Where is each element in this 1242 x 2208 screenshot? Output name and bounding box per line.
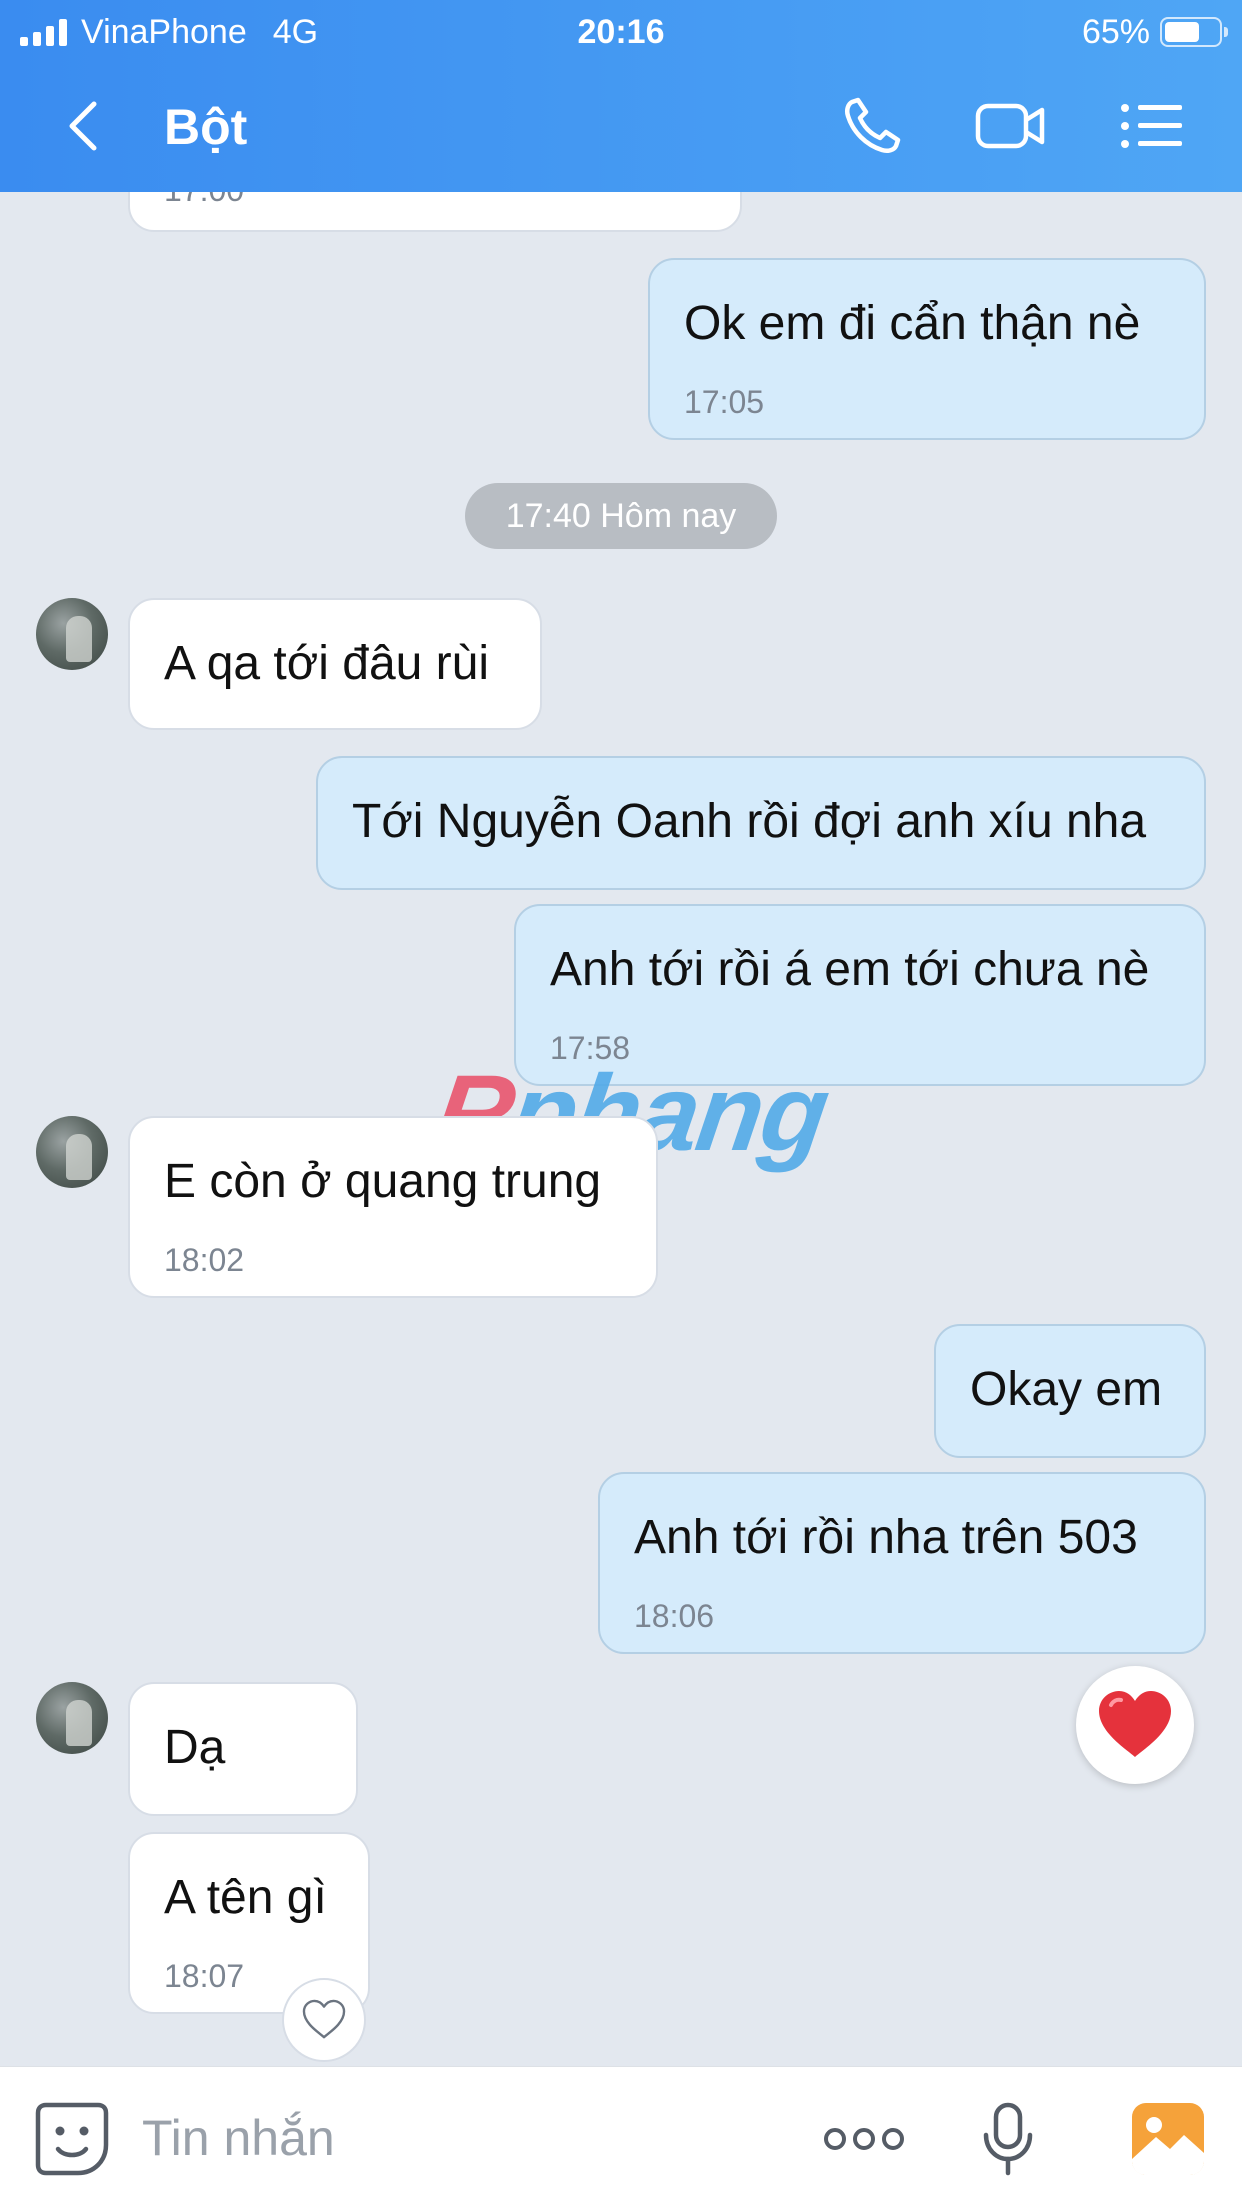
battery-percent: 65% [1081,12,1150,51]
chat-title[interactable]: Bột [164,98,247,156]
network-type: 4G [272,12,319,51]
message-incoming[interactable]: E còn ở quang trung 18:02 [128,1116,658,1298]
message-incoming[interactable]: Dạ [128,1682,358,1816]
message-time: 18:06 [634,1598,715,1634]
back-chevron-icon[interactable] [58,92,118,160]
message-text: E còn ở quang trung [164,1155,602,1208]
sticker-icon[interactable] [34,2101,110,2177]
message-text: A qa tới đâu rùi [164,637,490,690]
reaction-heart[interactable] [1076,1666,1194,1784]
image-icon[interactable] [1130,2101,1206,2177]
battery-icon [1160,17,1228,47]
reaction-button[interactable] [282,1978,366,2062]
message-text: Tới Nguyễn Oanh rồi đợi anh xíu nha [352,795,1147,848]
message-time: 17:05 [684,384,765,420]
signal-icon [20,18,67,46]
video-camera-icon[interactable] [974,92,1046,160]
message-time: 18:02 [164,1242,245,1278]
message-outgoing[interactable]: Okay em [934,1324,1206,1458]
chat-header: VinaPhone 4G 20:16 65% Bột [0,0,1242,192]
message-text: Ok em đi cẩn thận nè [684,297,1141,350]
menu-list-icon[interactable] [1116,92,1188,160]
message-input[interactable]: Tin nhắn [142,2109,335,2167]
message-outgoing[interactable]: Anh tới rồi nha trên 503 18:06 [598,1472,1206,1654]
message-time: 18:07 [164,1958,245,1994]
avatar[interactable] [36,1116,108,1188]
message-text: Okay em [970,1363,1163,1416]
phone-icon[interactable] [838,92,910,160]
date-separator: 17:40 Hôm nay [465,483,777,549]
message-composer: Tin nhắn [0,2066,1242,2208]
status-battery: 65% [1081,12,1228,52]
message-outgoing[interactable]: Tới Nguyễn Oanh rồi đợi anh xíu nha [316,756,1206,890]
avatar[interactable] [36,1682,108,1754]
status-carrier: VinaPhone 4G [20,12,318,52]
carrier-name: VinaPhone [81,12,247,51]
message-text: Dạ [164,1721,226,1774]
more-dots-icon[interactable] [822,2119,906,2159]
heart-outline-icon [302,1999,346,2039]
message-text: A tên gì [164,1871,327,1924]
message-text: Anh tới rồi nha trên 503 [634,1511,1138,1564]
heart-filled-icon [1099,1691,1171,1757]
message-incoming[interactable]: A qa tới đâu rùi [128,598,542,730]
microphone-icon[interactable] [980,2101,1036,2177]
message-outgoing[interactable]: Ok em đi cẩn thận nè 17:05 [648,258,1206,440]
message-text: Anh tới rồi á em tới chưa nè [550,943,1150,996]
avatar[interactable] [36,598,108,670]
